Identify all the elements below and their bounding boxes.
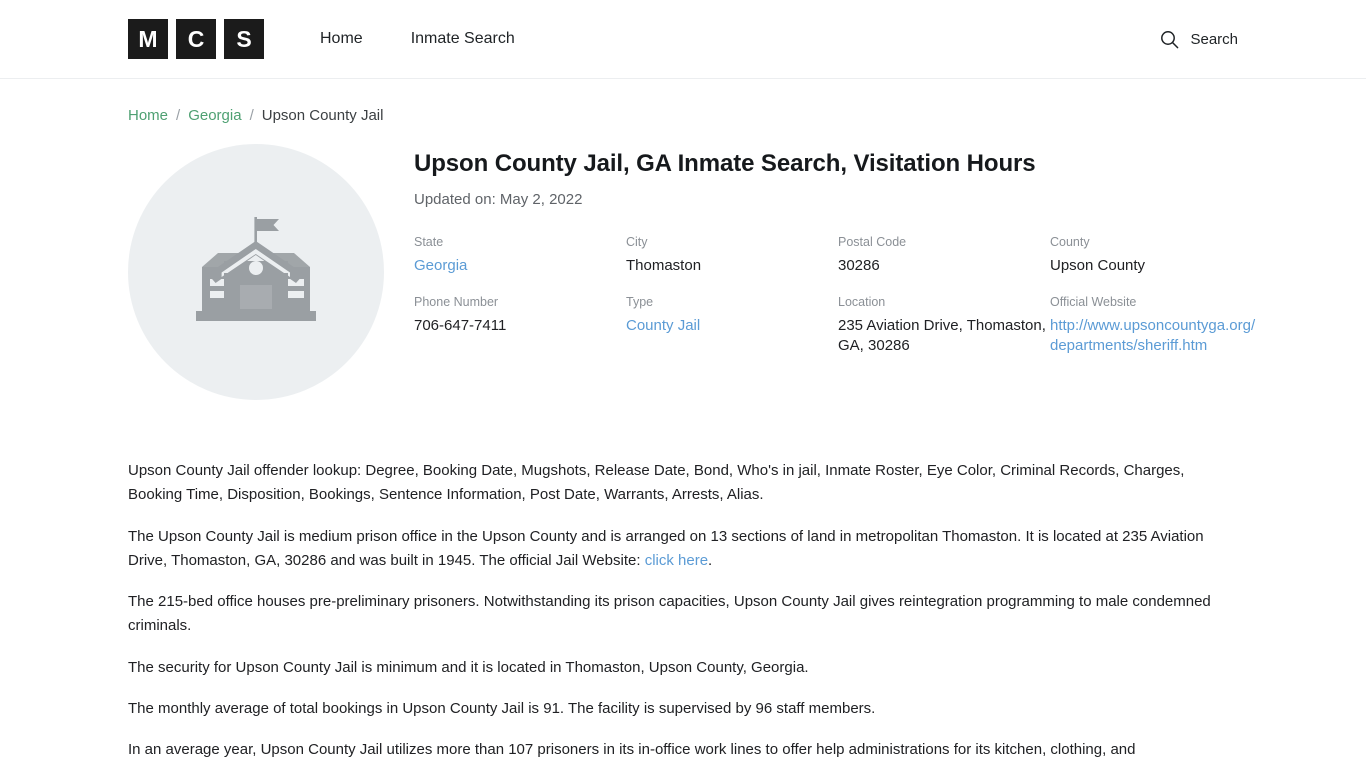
breadcrumb-separator: / <box>176 107 181 124</box>
info-value: 706-647-7411 <box>414 316 507 334</box>
main-navigation: Home Inmate Search <box>320 31 515 47</box>
page-container: Home / Georgia / Upson County Jail Upson… <box>0 79 1366 763</box>
search-icon <box>1160 30 1179 49</box>
official-website-link[interactable]: http://www.upsoncountyga.org/departments… <box>1050 317 1255 354</box>
breadcrumb-item-current: Upson County Jail <box>261 107 384 124</box>
logo-letter-c: C <box>176 19 216 59</box>
state-link[interactable]: Georgia <box>414 257 467 274</box>
info-value: Georgia <box>414 256 626 276</box>
breadcrumb-separator: / <box>249 107 254 124</box>
paragraph-offender-lookup: Upson County Jail offender lookup: Degre… <box>128 462 1185 504</box>
info-label: Location <box>838 295 886 310</box>
facility-info-grid: State Georgia City Thomaston Postal Code… <box>414 234 1262 374</box>
info-value: 30286 <box>838 256 880 274</box>
info-value: http://www.upsoncountyga.org/departments… <box>1050 316 1262 356</box>
site-header: M C S Home Inmate Search Search <box>0 0 1366 79</box>
info-cell-type: Type County Jail <box>626 294 838 374</box>
paragraph-work-lines: In an average year, Upson County Jail ut… <box>128 741 1136 759</box>
logo-letter-m: M <box>128 19 168 59</box>
paragraph-about-jail: The Upson County Jail is medium prison o… <box>128 525 1238 574</box>
info-cell-phone-number: Phone Number 706-647-7411 <box>414 294 626 374</box>
nav-item-home[interactable]: Home <box>320 31 363 47</box>
site-logo[interactable]: M C S <box>128 19 264 59</box>
search-label: Search <box>1190 30 1238 48</box>
search-button[interactable]: Search <box>1160 30 1238 49</box>
updated-date: Updated on: May 2, 2022 <box>414 191 583 208</box>
nav-item-inmate-search[interactable]: Inmate Search <box>411 31 515 47</box>
info-cell-location: Location 235 Aviation Drive, Thomaston, … <box>838 294 1050 374</box>
paragraph-security: The security for Upson County Jail is mi… <box>128 658 809 676</box>
info-value: Upson County <box>1050 256 1146 274</box>
info-cell-state: State Georgia <box>414 234 626 294</box>
info-label: Official Website <box>1050 295 1137 310</box>
breadcrumb-item-georgia[interactable]: Georgia <box>188 107 241 124</box>
header-right: Search <box>1160 30 1238 49</box>
info-cell-county: County Upson County <box>1050 234 1262 294</box>
info-label: Type <box>626 295 654 310</box>
info-label: City <box>626 235 648 249</box>
facility-details: Upson County Jail, GA Inmate Search, Vis… <box>384 144 1262 400</box>
article-body: Upson County Jail offender lookup: Degre… <box>128 400 1238 763</box>
government-building-icon <box>186 211 326 334</box>
paragraph-capacity: The 215-bed office houses pre-preliminar… <box>128 593 1211 635</box>
page-title: Upson County Jail, GA Inmate Search, Vis… <box>414 150 1036 177</box>
facility-header: Upson County Jail, GA Inmate Search, Vis… <box>128 124 1255 400</box>
info-label: County <box>1050 235 1090 249</box>
type-link[interactable]: County Jail <box>626 317 700 334</box>
paragraph-bookings: The monthly average of total bookings in… <box>128 700 876 718</box>
info-label: State <box>414 235 444 249</box>
info-label: Postal Code <box>838 235 907 249</box>
info-cell-postal-code: Postal Code 30286 <box>838 234 1050 294</box>
info-value: Thomaston <box>626 256 702 274</box>
click-here-link[interactable]: click here <box>645 552 708 569</box>
facility-thumbnail <box>128 144 384 400</box>
info-label: Phone Number <box>414 295 499 310</box>
info-value: County Jail <box>626 316 838 336</box>
logo-letter-s: S <box>224 19 264 59</box>
paragraph-text-end: . <box>708 551 713 569</box>
info-cell-official-website: Official Website http://www.upsoncountyg… <box>1050 294 1262 374</box>
breadcrumb-item-home[interactable]: Home <box>128 107 168 124</box>
breadcrumb: Home / Georgia / Upson County Jail <box>128 79 1238 124</box>
info-cell-city: City Thomaston <box>626 234 838 294</box>
info-value: 235 Aviation Drive, Thomaston, GA, 30286 <box>838 316 1046 354</box>
